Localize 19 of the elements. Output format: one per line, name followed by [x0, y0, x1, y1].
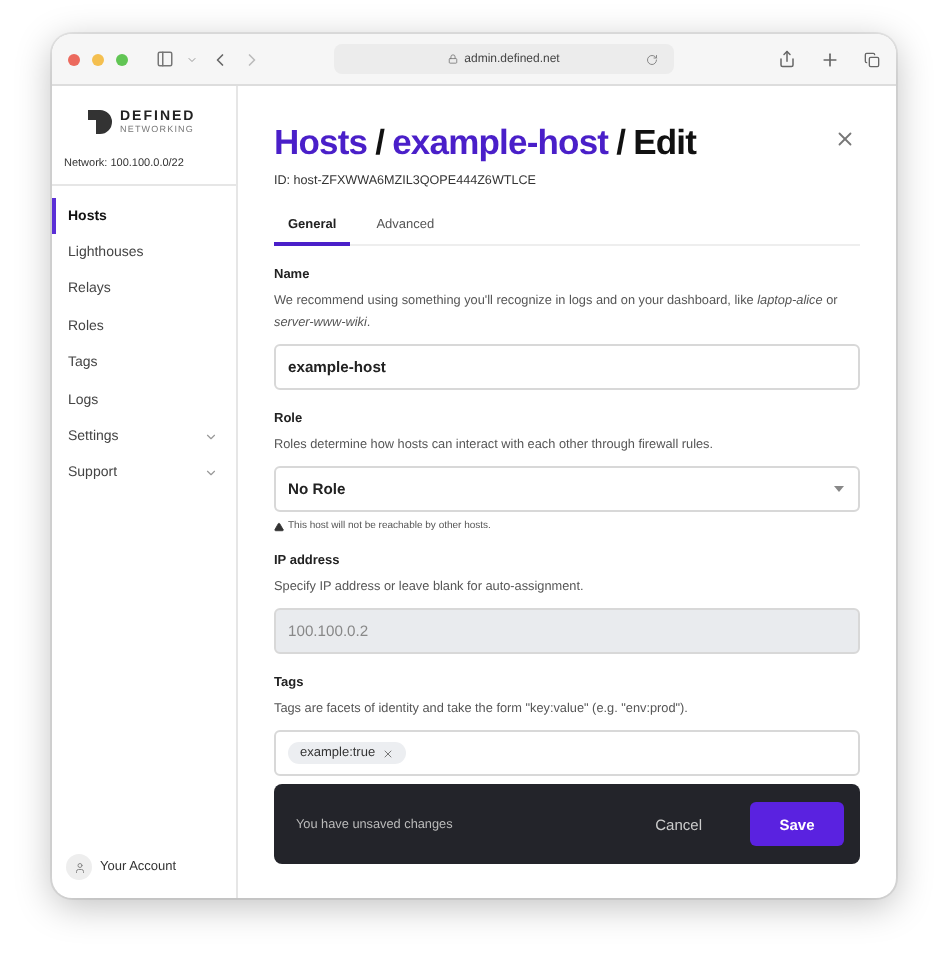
- page-title: Edit: [633, 122, 697, 164]
- lock-icon: [448, 54, 459, 64]
- close-window-icon[interactable]: [68, 53, 80, 65]
- logo-icon: [86, 108, 114, 136]
- breadcrumb-separator: /: [375, 122, 385, 164]
- zoom-window-icon[interactable]: [116, 53, 128, 65]
- reload-icon[interactable]: [646, 53, 658, 65]
- new-tab-icon[interactable]: [820, 49, 840, 69]
- share-icon[interactable]: [778, 50, 796, 68]
- caret-icon: [834, 486, 844, 492]
- breadcrumb-separator: /: [616, 122, 626, 164]
- warning-icon: [274, 521, 284, 531]
- breadcrumb-link[interactable]: Hosts: [274, 122, 368, 164]
- tabs-overview-icon[interactable]: [864, 51, 880, 67]
- avatar-icon: [66, 854, 92, 880]
- sidebar-icon[interactable]: [156, 50, 174, 68]
- close-icon[interactable]: [834, 128, 856, 150]
- breadcrumb-link[interactable]: example-host: [392, 122, 609, 164]
- remove-icon[interactable]: [381, 747, 394, 759]
